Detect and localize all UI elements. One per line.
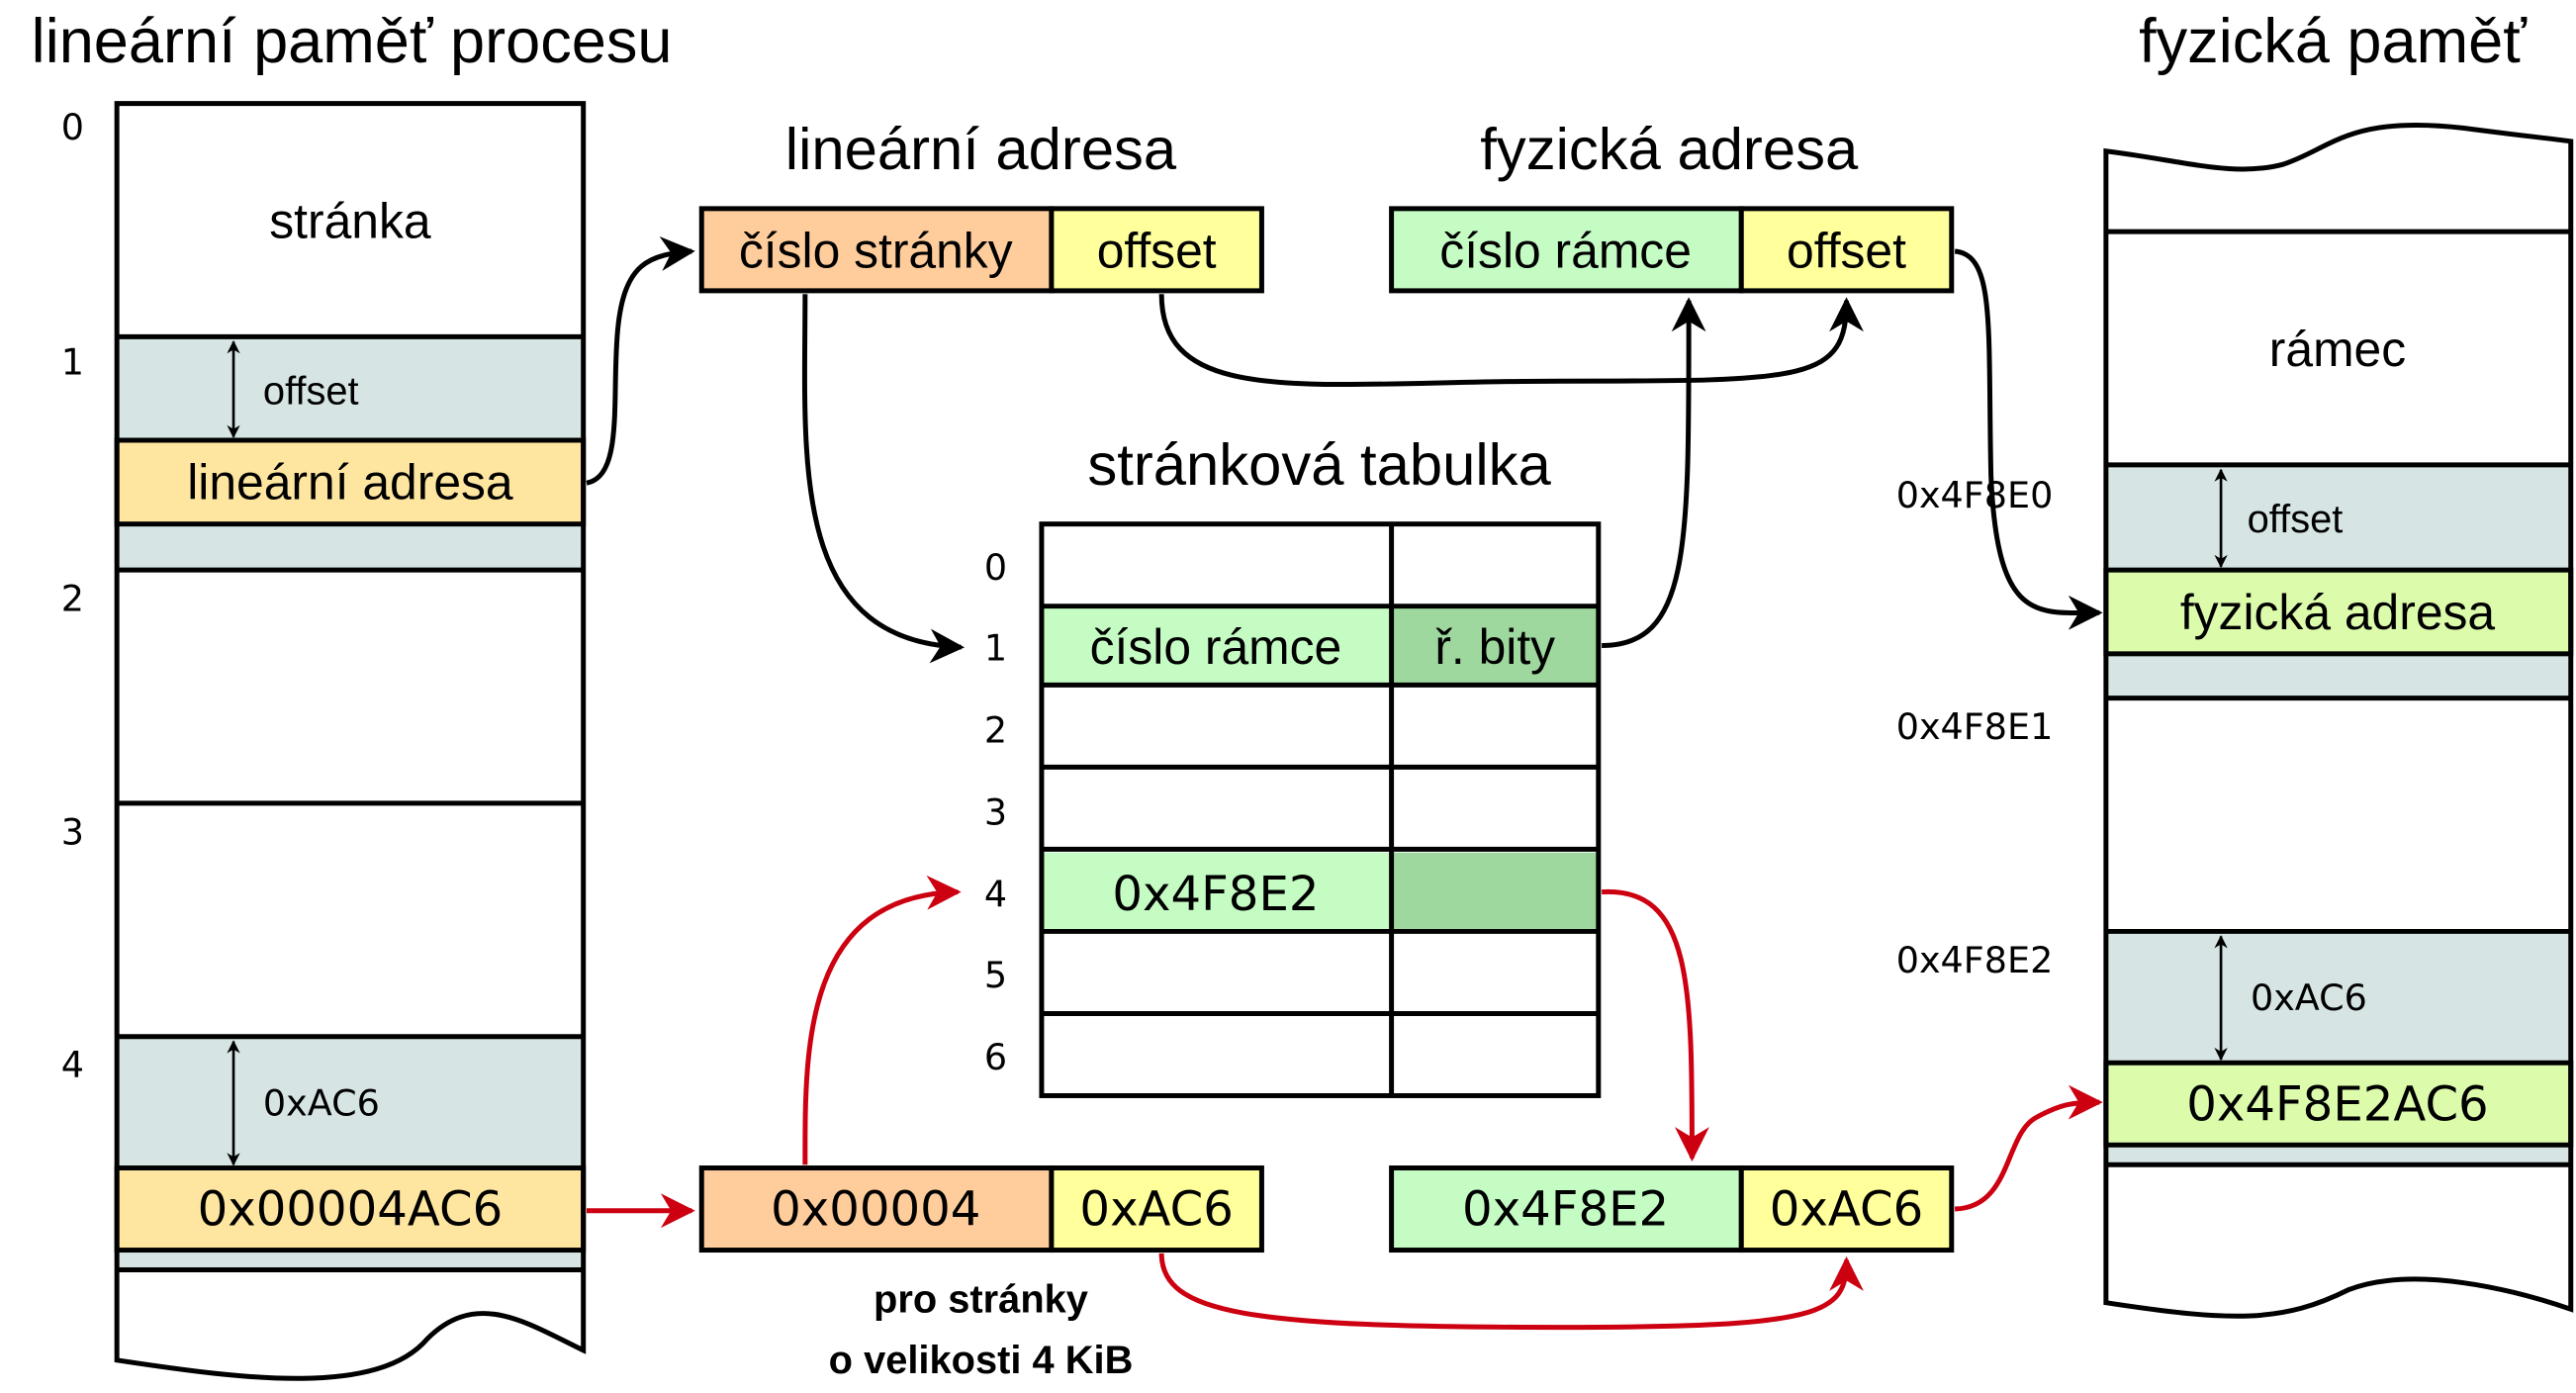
example-physical-address: 0x4F8E2 0xAC6 (1389, 1165, 1955, 1254)
row-index: 6 (984, 1036, 1007, 1078)
page-label: stránka (269, 194, 431, 249)
row-index: 4 (984, 874, 1007, 916)
page-index: 0 (61, 106, 84, 148)
page-table-row-4-bits (1391, 852, 1599, 932)
page-index: 2 (61, 578, 84, 620)
table-cell-frame: 0x4F8E2 (1112, 867, 1319, 922)
table-cell-bits: ř. bity (1434, 619, 1555, 675)
row-index: 2 (984, 708, 1007, 751)
example-offset: 0xAC6 (1770, 1182, 1923, 1238)
linear-memory: lineární paměť procesu 0 1 2 3 4 stránka… (32, 7, 673, 1381)
example-offset: 0xAC6 (1079, 1182, 1233, 1238)
page-number-label: číslo stránky (739, 224, 1013, 279)
page-index: 3 (61, 810, 84, 853)
row-index: 5 (984, 954, 1007, 996)
physical-memory: fyzická paměť rámec 0x4F8E0 0x4F8E1 0x4F… (1896, 7, 2574, 1319)
arrow-physical-to-memory (1954, 248, 2103, 630)
example-arrows (587, 875, 2103, 1331)
linear-address-structure: lineární adresa číslo stránky offset (698, 116, 1264, 294)
frame-address: 0x4F8E2 (1896, 939, 2054, 981)
offset-label: offset (2248, 498, 2344, 541)
arrow-page-number-to-table (801, 294, 966, 664)
offset-label: offset (1097, 224, 1217, 279)
page-size-note-line1: pro stránky (874, 1278, 1088, 1322)
example-physical-address: 0x4F8E2AC6 (2186, 1076, 2488, 1132)
row-index: 0 (984, 546, 1007, 589)
arrow-example-page-to-table (802, 875, 962, 1165)
arrow-frame-to-physical (1602, 297, 1706, 649)
example-linear-address: 0x00004AC6 (198, 1182, 504, 1238)
example-offset-label: 0xAC6 (263, 1081, 380, 1124)
physical-address-structure: fyzická adresa číslo rámce offset (1389, 116, 1955, 294)
frame-number-label: číslo rámce (1439, 224, 1692, 279)
physical-memory-title: fyzická paměť (2139, 7, 2528, 76)
frame-label: rámec (2269, 322, 2406, 377)
physical-address-label: fyzická adresa (2180, 585, 2496, 640)
frame-address: 0x4F8E1 (1896, 705, 2054, 748)
page-index: 1 (61, 341, 84, 384)
linear-address-label: lineární adresa (187, 455, 513, 511)
row-index: 1 (984, 626, 1007, 669)
example-frame-number: 0x4F8E2 (1462, 1182, 1669, 1238)
linear-memory-title: lineární paměť procesu (32, 7, 673, 76)
frame-address: 0x4F8E0 (1896, 474, 2054, 516)
arrow-example-table-to-frame (1601, 889, 1709, 1162)
page-table: stránková tabulka 0 1 2 3 4 5 6 číslo rá… (984, 431, 1602, 1098)
arrow-linear-to-structure (586, 236, 695, 486)
table-cell-frame: číslo rámce (1090, 619, 1342, 675)
arrow-example-physical-to-memory (1954, 1084, 2103, 1212)
physical-address-title: fyzická adresa (1480, 116, 1859, 182)
row-index: 3 (984, 791, 1007, 834)
paging-diagram: lineární paměť procesu 0 1 2 3 4 stránka… (32, 7, 2574, 1382)
example-linear-address: 0x00004 0xAC6 pro stránky o velikosti 4 … (698, 1165, 1264, 1382)
arrow-offset-to-offset (1158, 294, 1864, 388)
example-page-number: 0x00004 (771, 1182, 980, 1238)
offset-label: offset (1787, 224, 1906, 279)
page-table-title: stránková tabulka (1087, 431, 1551, 498)
offset-label: offset (263, 369, 359, 413)
page-index: 4 (61, 1044, 84, 1086)
page-size-note-line2: o velikosti 4 KiB (829, 1339, 1134, 1382)
linear-address-title: lineární adresa (785, 116, 1177, 182)
arrow-example-offset-to-offset (1158, 1253, 1864, 1331)
example-offset-label: 0xAC6 (2251, 976, 2367, 1019)
